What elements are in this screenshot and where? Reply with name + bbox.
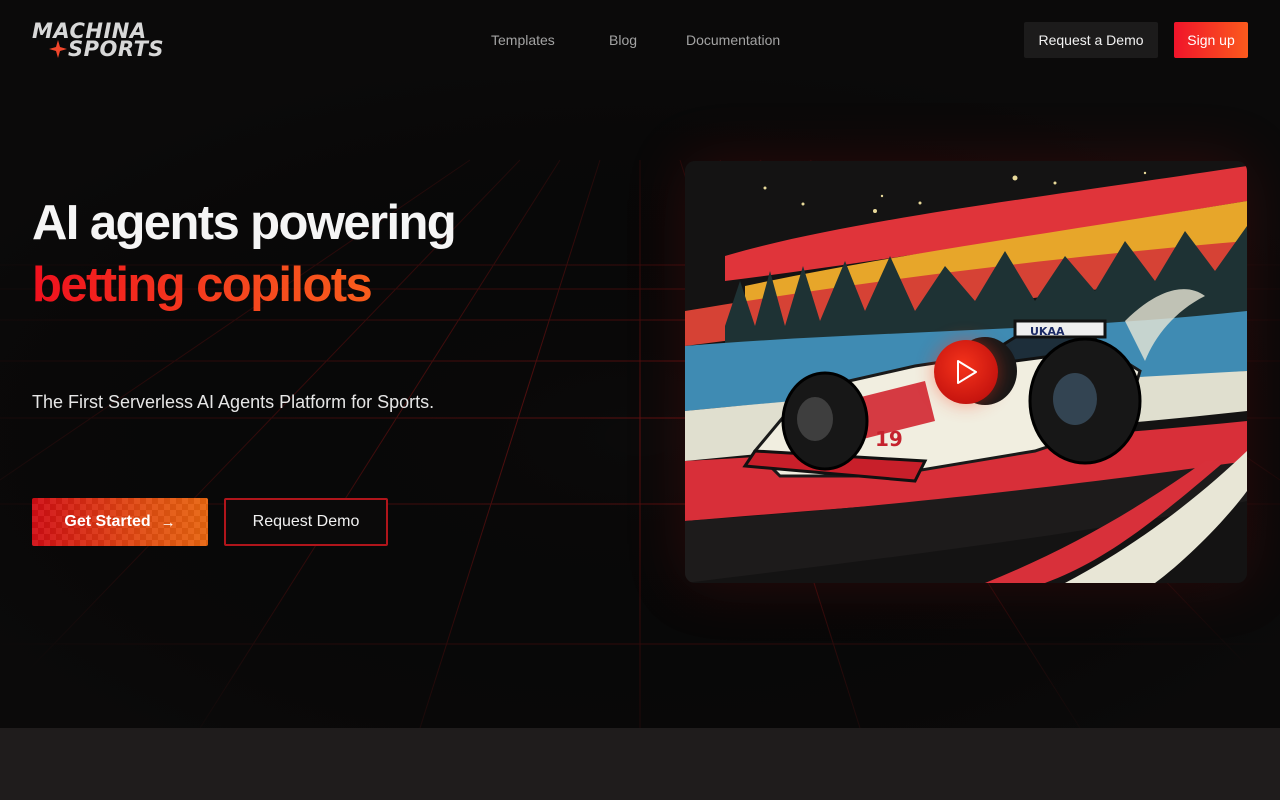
nav-documentation[interactable]: Documentation	[686, 32, 780, 48]
hero-title-line1: AI agents powering	[32, 196, 457, 250]
arrow-right-icon: →	[160, 513, 176, 531]
nav-templates[interactable]: Templates	[491, 32, 555, 48]
logo-star-icon	[49, 40, 67, 58]
logo-wordmark-bottom: SPORTS	[68, 37, 165, 61]
request-demo-button[interactable]: Request Demo	[224, 498, 388, 546]
hero-title: AI agents powering betting copilots	[32, 192, 457, 316]
site-header: MACHINA SPORTS Templates Blog Documentat…	[0, 0, 1280, 80]
get-started-button[interactable]: Get Started →	[32, 498, 208, 546]
svg-text:UKAA: UKAA	[1030, 325, 1065, 338]
brand-logo[interactable]: MACHINA SPORTS	[32, 21, 165, 61]
nav-blog[interactable]: Blog	[609, 32, 637, 48]
play-button[interactable]	[934, 340, 998, 404]
next-section-band	[0, 728, 1280, 800]
play-icon	[957, 360, 977, 384]
hero-subtitle: The First Serverless AI Agents Platform …	[32, 392, 435, 412]
sign-up-button[interactable]: Sign up	[1174, 22, 1248, 58]
request-a-demo-button[interactable]: Request a Demo	[1024, 22, 1158, 58]
get-started-label: Get Started	[64, 513, 151, 530]
hero-title-line2: betting copilots	[32, 254, 455, 316]
svg-text:19: 19	[875, 427, 903, 451]
landing-page: MACHINA SPORTS Templates Blog Documentat…	[0, 0, 1280, 800]
